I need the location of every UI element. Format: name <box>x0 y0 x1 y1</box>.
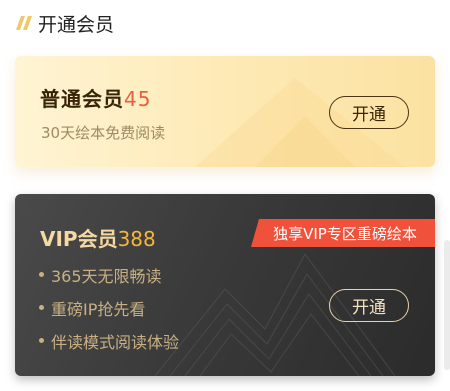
section-header: 开通会员 <box>16 8 114 38</box>
list-item: 重磅IP抢先看 <box>39 291 179 324</box>
normal-membership-card: 普通会员45 30天绘本免费阅读 开通 <box>15 56 435 167</box>
list-item: 365天无限畅读 <box>39 258 179 291</box>
vip-card-title: VIP会员388 <box>40 223 156 252</box>
normal-open-button[interactable]: 开通 <box>329 96 409 129</box>
bullet-icon <box>39 272 44 277</box>
scrollbar[interactable] <box>444 240 450 370</box>
normal-card-price: 45 <box>124 87 152 111</box>
vip-card-price: 388 <box>117 227 156 251</box>
double-slash-icon <box>16 16 32 30</box>
normal-card-name: 普通会员 <box>40 87 124 111</box>
bullet-icon <box>39 305 44 310</box>
vip-feature-list: 365天无限畅读 重磅IP抢先看 伴读模式阅读体验 <box>39 258 179 357</box>
normal-card-title: 普通会员45 <box>40 83 151 112</box>
vip-open-button[interactable]: 开通 <box>329 289 409 322</box>
normal-card-subtitle: 30天绘本免费阅读 <box>41 124 166 142</box>
feature-text: 重磅IP抢先看 <box>51 299 146 319</box>
vip-exclusive-badge: 独享VIP专区重磅绘本 <box>251 219 435 247</box>
vip-card-name: VIP会员 <box>40 227 118 251</box>
list-item: 伴读模式阅读体验 <box>39 324 179 357</box>
bullet-icon <box>39 338 44 343</box>
feature-text: 伴读模式阅读体验 <box>51 332 180 352</box>
feature-text: 365天无限畅读 <box>51 266 162 286</box>
vip-membership-card: VIP会员388 独享VIP专区重磅绘本 365天无限畅读 重磅IP抢先看 伴读… <box>15 194 435 376</box>
section-title: 开通会员 <box>38 13 115 36</box>
